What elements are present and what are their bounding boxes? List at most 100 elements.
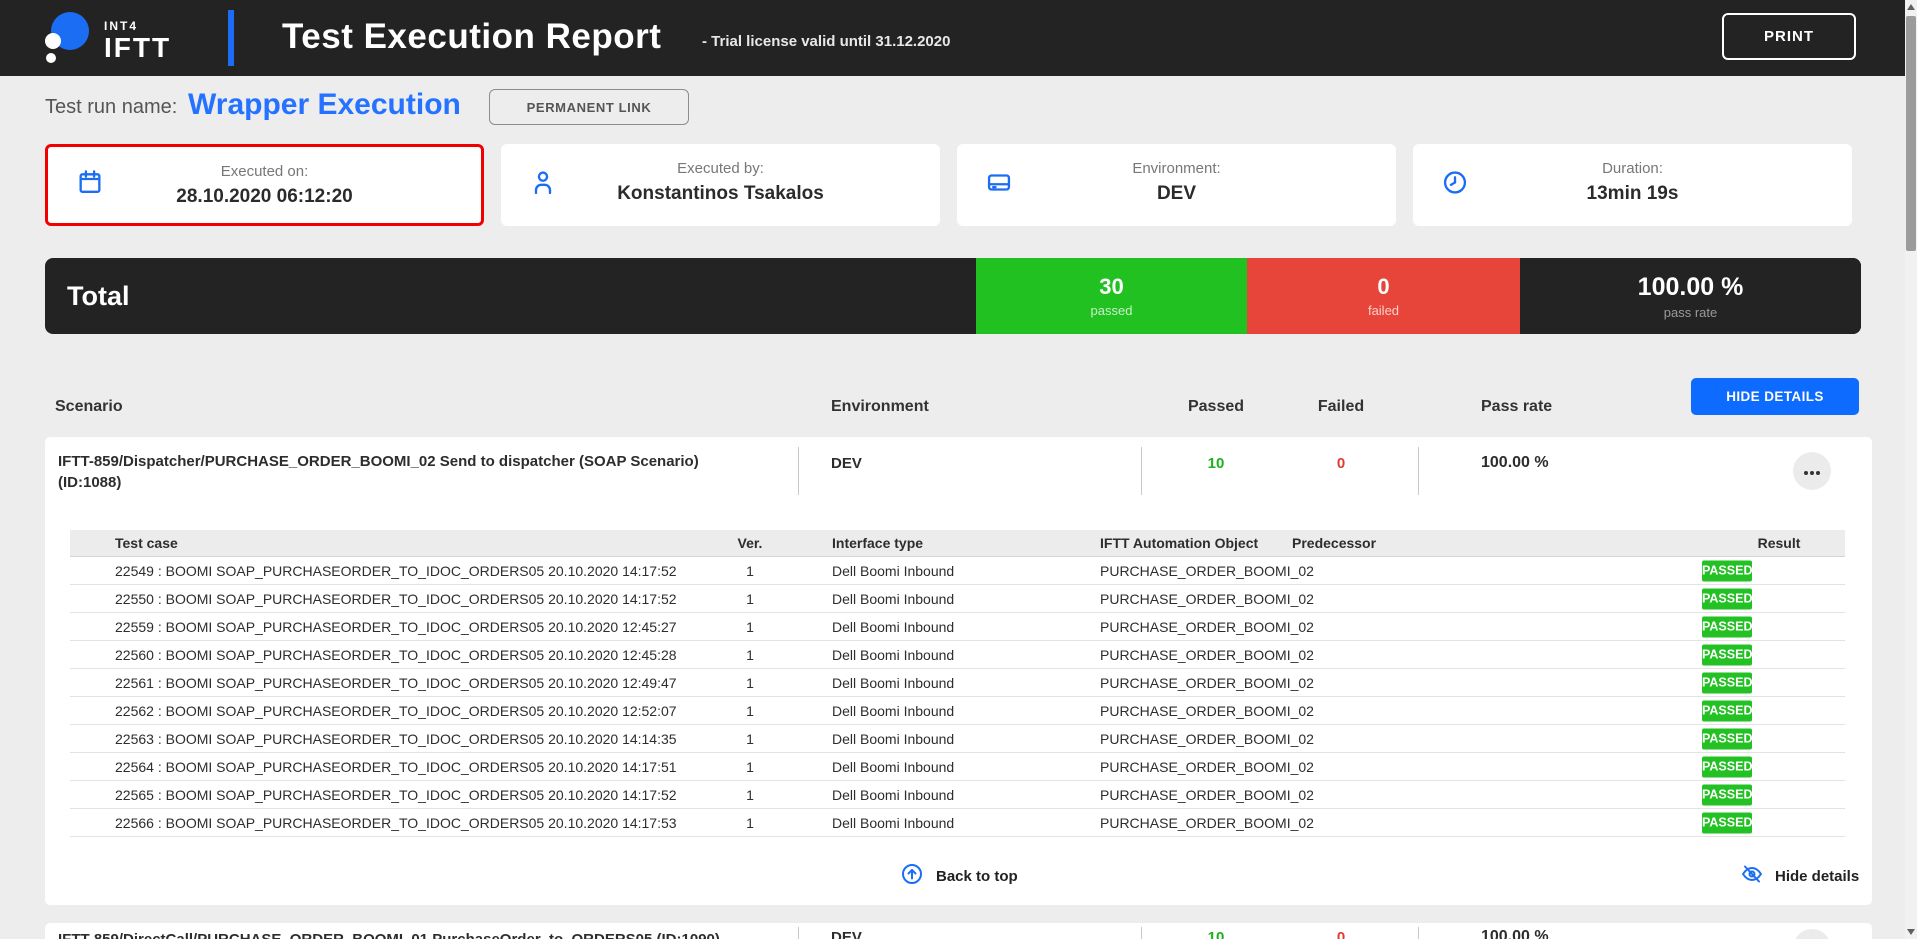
print-button[interactable]: PRINT [1722, 13, 1856, 60]
environment-label: Environment: [957, 160, 1396, 177]
executed-on-value: 28.10.2020 06:12:20 [48, 186, 481, 208]
scenario-divider [1418, 927, 1419, 939]
test-case-version: 1 [725, 647, 775, 663]
executed-on-card: Executed on: 28.10.2020 06:12:20 [45, 144, 484, 226]
user-icon [529, 169, 557, 202]
test-case-row[interactable]: 22549 : BOOMI SOAP_PURCHASEORDER_TO_IDOC… [70, 557, 1845, 585]
back-to-top-label: Back to top [936, 868, 1018, 885]
hide-details-link[interactable]: Hide details [1740, 862, 1859, 890]
test-case-row[interactable]: 22559 : BOOMI SOAP_PURCHASEORDER_TO_IDOC… [70, 613, 1845, 641]
scrollbar-up-arrow[interactable] [1907, 4, 1915, 10]
test-run-name-label: Test run name: [45, 96, 177, 119]
test-case-interface-type: Dell Boomi Inbound [832, 815, 954, 831]
test-case-row[interactable]: 22560 : BOOMI SOAP_PURCHASEORDER_TO_IDOC… [70, 641, 1845, 669]
column-header-failed: Failed [1318, 398, 1364, 416]
scenario-failed-count: 0 [1337, 455, 1345, 472]
test-case-name: 22560 : BOOMI SOAP_PURCHASEORDER_TO_IDOC… [115, 647, 677, 663]
hide-details-button[interactable]: HIDE DETAILS [1691, 378, 1859, 415]
test-case-name: 22549 : BOOMI SOAP_PURCHASEORDER_TO_IDOC… [115, 563, 677, 579]
test-case-automation-object: PURCHASE_ORDER_BOOMI_02 [1100, 759, 1314, 775]
result-passed-badge: PASSED [1702, 700, 1752, 721]
test-case-version: 1 [725, 591, 775, 607]
scrollbar-thumb[interactable] [1906, 16, 1916, 251]
test-case-row[interactable]: 22566 : BOOMI SOAP_PURCHASEORDER_TO_IDOC… [70, 809, 1845, 837]
total-failed-section: 0 failed [1247, 258, 1520, 334]
vertical-scrollbar[interactable] [1905, 0, 1917, 939]
back-to-top-link[interactable]: Back to top [900, 862, 1018, 890]
next-scenario-title: IFTT-859/DirectCall/PURCHASE_ORDER_BOOMI… [58, 929, 958, 939]
scrollbar-down-arrow[interactable] [1907, 929, 1915, 935]
clock-icon [1441, 169, 1469, 202]
column-header-environment: Environment [831, 398, 929, 416]
test-case-row[interactable]: 22563 : BOOMI SOAP_PURCHASEORDER_TO_IDOC… [70, 725, 1845, 753]
license-note: - Trial license valid until 31.12.2020 [702, 33, 950, 50]
test-case-automation-object: PURCHASE_ORDER_BOOMI_02 [1100, 675, 1314, 691]
test-case-interface-type: Dell Boomi Inbound [832, 647, 954, 663]
logo-text-iftt: IFTT [104, 34, 171, 62]
result-passed-badge: PASSED [1702, 756, 1752, 777]
next-scenario-pass-rate: 100.00 % [1481, 928, 1549, 939]
test-case-name: 22559 : BOOMI SOAP_PURCHASEORDER_TO_IDOC… [115, 619, 677, 635]
test-case-name: 22562 : BOOMI SOAP_PURCHASEORDER_TO_IDOC… [115, 703, 677, 719]
test-case-table: Test case Ver. Interface type IFTT Autom… [70, 530, 1845, 837]
result-passed-badge: PASSED [1702, 560, 1752, 581]
next-scenario-environment: DEV [831, 929, 862, 939]
test-case-interface-type: Dell Boomi Inbound [832, 703, 954, 719]
duration-card: Duration: 13min 19s [1413, 144, 1852, 226]
total-summary-bar: Total 30 passed 0 failed 100.00 % pass r… [45, 258, 1861, 334]
test-case-row[interactable]: 22564 : BOOMI SOAP_PURCHASEORDER_TO_IDOC… [70, 753, 1845, 781]
test-case-version: 1 [725, 759, 775, 775]
page-title: Test Execution Report [282, 17, 661, 57]
test-case-version: 1 [725, 619, 775, 635]
test-case-automation-object: PURCHASE_ORDER_BOOMI_02 [1100, 591, 1314, 607]
header-interface-type: Interface type [832, 535, 923, 551]
scenario-pass-rate: 100.00 % [1481, 454, 1549, 472]
scenario-more-options-button[interactable] [1793, 452, 1831, 490]
test-case-name: 22566 : BOOMI SOAP_PURCHASEORDER_TO_IDOC… [115, 815, 677, 831]
executed-by-label: Executed by: [501, 160, 940, 177]
test-case-row[interactable]: 22565 : BOOMI SOAP_PURCHASEORDER_TO_IDOC… [70, 781, 1845, 809]
test-case-table-header: Test case Ver. Interface type IFTT Autom… [70, 530, 1845, 557]
test-case-version: 1 [725, 563, 775, 579]
test-case-version: 1 [725, 815, 775, 831]
total-pass-rate-value: 100.00 % [1638, 273, 1744, 302]
scenario-title: IFTT-859/Dispatcher/PURCHASE_ORDER_BOOMI… [58, 451, 718, 493]
total-passed-count: 30 [1099, 274, 1123, 300]
app-header: INT4 IFTT Test Execution Report - Trial … [0, 0, 1905, 76]
test-execution-report-page: INT4 IFTT Test Execution Report - Trial … [0, 0, 1917, 939]
executed-by-card: Executed by: Konstantinos Tsakalos [501, 144, 940, 226]
test-case-version: 1 [725, 675, 775, 691]
scenario-divider [1141, 927, 1142, 939]
executed-by-value: Konstantinos Tsakalos [501, 183, 940, 205]
test-case-interface-type: Dell Boomi Inbound [832, 619, 954, 635]
test-case-interface-type: Dell Boomi Inbound [832, 675, 954, 691]
total-passed-label: passed [1091, 303, 1133, 318]
logo-text-int4: INT4 [104, 20, 171, 32]
header-automation-object: IFTT Automation Object [1100, 535, 1258, 551]
test-case-row[interactable]: 22562 : BOOMI SOAP_PURCHASEORDER_TO_IDOC… [70, 697, 1845, 725]
total-passed-section: 30 passed [976, 258, 1247, 334]
test-run-name-value: Wrapper Execution [188, 88, 461, 122]
int4-logo-icon [38, 8, 94, 73]
test-case-name: 22564 : BOOMI SOAP_PURCHASEORDER_TO_IDOC… [115, 759, 677, 775]
next-scenario-more-options-button[interactable] [1793, 929, 1831, 939]
scenario-divider [1141, 447, 1142, 495]
test-case-automation-object: PURCHASE_ORDER_BOOMI_02 [1100, 619, 1314, 635]
header-divider [228, 10, 234, 66]
permanent-link-button[interactable]: PERMANENT LINK [489, 89, 689, 125]
column-header-pass-rate: Pass rate [1481, 398, 1552, 416]
test-case-interface-type: Dell Boomi Inbound [832, 563, 954, 579]
test-case-row[interactable]: 22561 : BOOMI SOAP_PURCHASEORDER_TO_IDOC… [70, 669, 1845, 697]
eye-off-icon [1740, 862, 1764, 890]
total-label: Total [67, 281, 130, 312]
result-passed-badge: PASSED [1702, 728, 1752, 749]
int4-iftt-logo: INT4 IFTT [38, 8, 171, 73]
environment-card: Environment: DEV [957, 144, 1396, 226]
ellipsis-icon [1803, 464, 1821, 479]
result-passed-badge: PASSED [1702, 672, 1752, 693]
test-case-row[interactable]: 22550 : BOOMI SOAP_PURCHASEORDER_TO_IDOC… [70, 585, 1845, 613]
result-passed-badge: PASSED [1702, 812, 1752, 833]
test-case-interface-type: Dell Boomi Inbound [832, 591, 954, 607]
hide-details-label: Hide details [1775, 868, 1859, 885]
total-pass-rate-section: 100.00 % pass rate [1520, 258, 1861, 334]
